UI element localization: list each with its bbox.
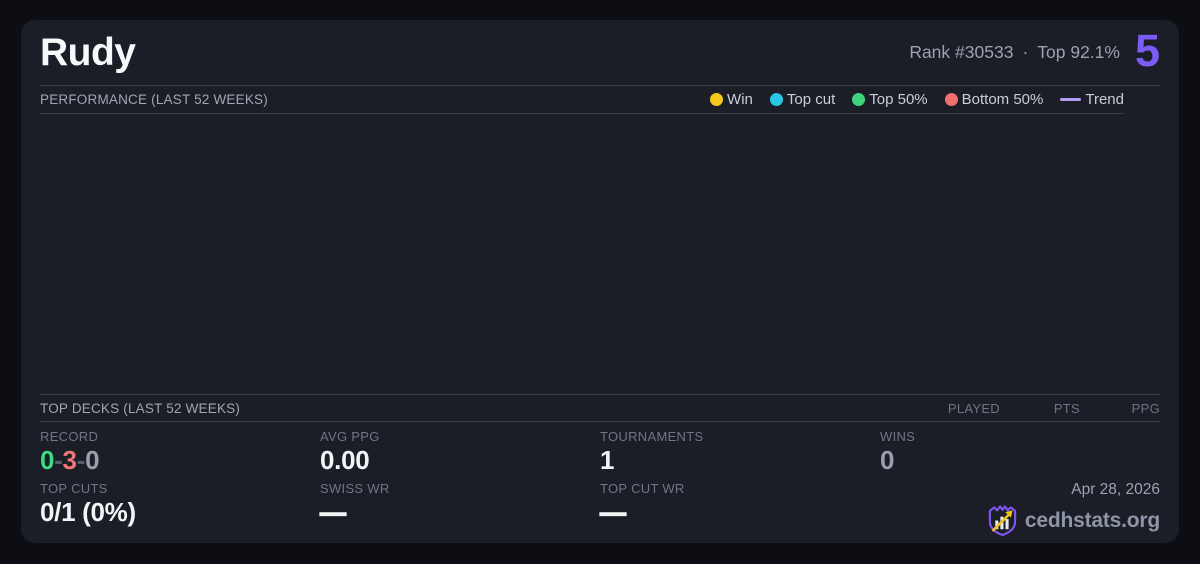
- header-right: Rank #30533 · Top 92.1% 5: [909, 28, 1160, 73]
- top50-dot-icon: [852, 93, 866, 106]
- stat-wins: WINS 0: [880, 429, 1160, 481]
- wins-value: 0: [880, 445, 895, 475]
- legend-label-win: Win: [727, 91, 753, 108]
- chart-legend: Win Top cut Top 50% Bottom 50% Trend: [710, 91, 1124, 108]
- tournaments-label: TOURNAMENTS: [600, 429, 704, 444]
- top-cuts-value: 0/1 (0%): [40, 497, 136, 527]
- performance-chart: [40, 114, 1160, 394]
- footer-date: Apr 28, 2026: [1071, 481, 1160, 498]
- record-value: 0-3-0: [40, 445, 320, 475]
- rank-line: Rank #30533 · Top 92.1%: [909, 42, 1120, 63]
- player-stats-card: Rudy Rank #30533 · Top 92.1% 5 PERFORMAN…: [21, 20, 1179, 543]
- column-header-played: PLAYED: [947, 400, 1000, 416]
- score-badge: 5: [1134, 25, 1160, 76]
- percentile-text: Top 92.1%: [1037, 42, 1120, 62]
- avg-ppg-label: AVG PPG: [320, 429, 380, 444]
- record-wins: 0: [40, 445, 55, 475]
- stat-top-cut-wr: TOP CUT WR —: [599, 481, 880, 539]
- record-draws: 0: [85, 445, 100, 475]
- brand-name: cedhstats.org: [1024, 508, 1160, 532]
- cedhstats-shield-logo-icon: [988, 505, 1017, 537]
- top-cut-dot-icon: [769, 93, 783, 106]
- legend-label-trend: Trend: [1085, 91, 1124, 108]
- column-header-pts: PTS: [1053, 400, 1080, 416]
- record-separator: -: [54, 445, 63, 475]
- stat-swiss-wr: SWISS WR —: [319, 481, 600, 539]
- avg-ppg-value: 0.00: [320, 445, 370, 475]
- player-name: Rudy: [40, 30, 136, 74]
- legend-label-top50: Top 50%: [869, 91, 928, 108]
- top-cuts-label: TOP CUTS: [40, 481, 108, 496]
- record-label: RECORD: [40, 429, 99, 444]
- legend-item-top-cut: Top cut: [769, 91, 836, 108]
- swiss-wr-label: SWISS WR: [320, 481, 390, 496]
- record-separator: -: [76, 445, 86, 475]
- trend-line-icon: [1060, 98, 1082, 101]
- stat-record: RECORD 0-3-0: [40, 429, 320, 481]
- legend-item-trend: Trend: [1060, 91, 1124, 108]
- stat-avg-ppg: AVG PPG 0.00: [320, 429, 600, 481]
- win-dot-icon: [710, 93, 724, 106]
- top-cut-wr-label: TOP CUT WR: [600, 481, 685, 496]
- top-cut-wr-value: —: [599, 497, 626, 527]
- column-header-ppg: PPG: [1131, 400, 1160, 416]
- bottom50-dot-icon: [944, 93, 958, 106]
- rank-separator-dot: ·: [1022, 42, 1029, 62]
- legend-item-win: Win: [710, 91, 753, 108]
- footer-brand-area: Apr 28, 2026 cedhstats.org: [880, 481, 1160, 539]
- stat-top-cuts: TOP CUTS 0/1 (0%): [40, 481, 320, 539]
- legend-label-bottom50: Bottom 50%: [961, 91, 1044, 108]
- legend-item-bottom50: Bottom 50%: [944, 91, 1044, 108]
- brand-row: cedhstats.org: [987, 504, 1160, 537]
- record-losses: 3: [62, 445, 77, 475]
- legend-label-top-cut: Top cut: [786, 91, 836, 108]
- top-decks-header: TOP DECKS (LAST 52 WEEKS) PLAYED PTS PPG: [40, 394, 1160, 422]
- rank-text: Rank #30533: [909, 42, 1014, 62]
- legend-item-top50: Top 50%: [852, 91, 928, 108]
- top-decks-section-title: TOP DECKS (LAST 52 WEEKS): [40, 400, 241, 416]
- swiss-wr-value: —: [319, 497, 346, 527]
- stats-grid: RECORD 0-3-0 AVG PPG 0.00 TOURNAMENTS 1 …: [40, 422, 1160, 539]
- wins-label: WINS: [880, 429, 916, 444]
- performance-section-title: PERFORMANCE (LAST 52 WEEKS): [40, 92, 268, 107]
- stat-tournaments: TOURNAMENTS 1: [600, 429, 880, 481]
- tournaments-value: 1: [600, 445, 615, 475]
- card-header: Rudy Rank #30533 · Top 92.1% 5: [40, 20, 1160, 86]
- performance-header: PERFORMANCE (LAST 52 WEEKS) Win Top cut …: [40, 86, 1124, 114]
